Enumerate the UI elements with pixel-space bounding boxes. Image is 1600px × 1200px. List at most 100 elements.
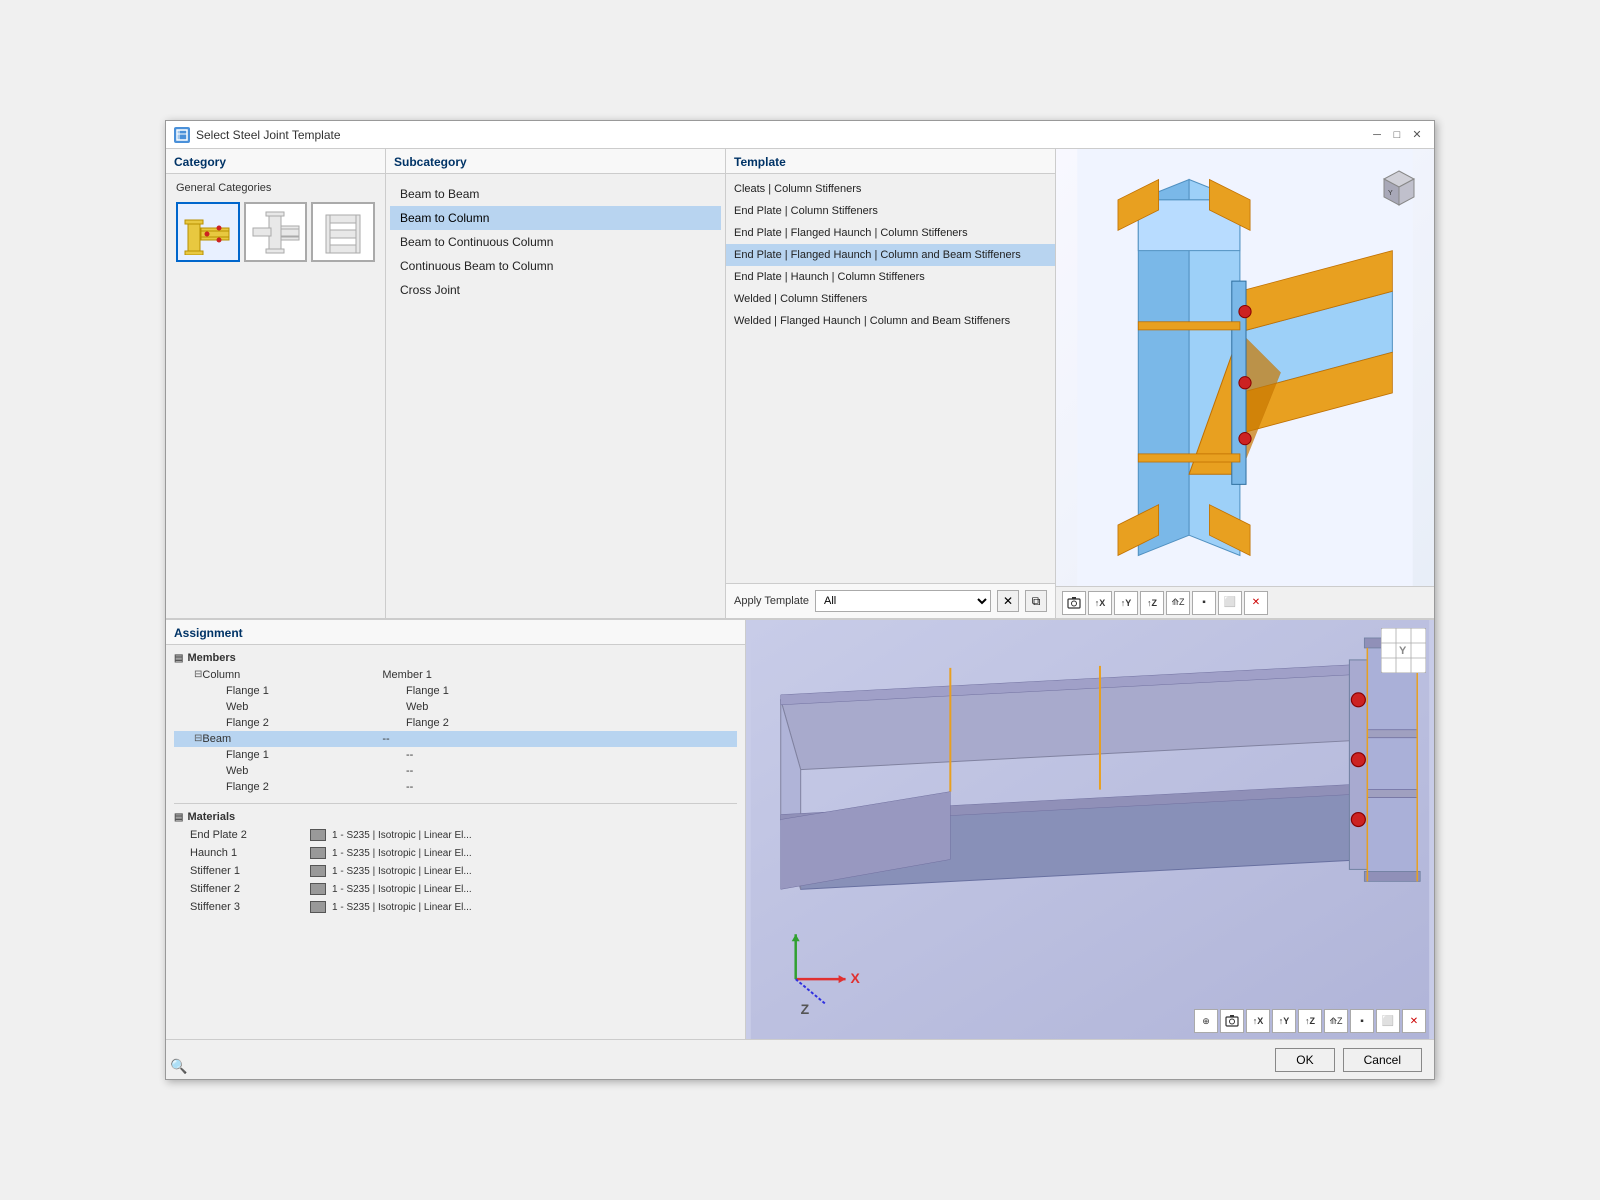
view-isometric-button[interactable]: ⟰Z xyxy=(1166,591,1190,615)
cancel-button[interactable]: Cancel xyxy=(1343,1048,1422,1072)
category-icon-1[interactable] xyxy=(176,202,240,262)
material-label-4: Stiffener 3 xyxy=(190,901,310,913)
material-value-2: 1 - S235 | Isotropic | Linear El... xyxy=(332,866,472,877)
materials-expand-icon[interactable]: ▤ xyxy=(174,812,183,823)
web-row: Web Web xyxy=(174,699,737,715)
beam-row: ⊟ Beam -- xyxy=(174,731,737,747)
category-header: Category xyxy=(166,149,385,174)
svg-text:Y: Y xyxy=(1399,645,1407,657)
material-row-0: End Plate 2 1 - S235 | Isotropic | Linea… xyxy=(174,826,737,844)
material-row-2: Stiffener 1 1 - S235 | Isotropic | Linea… xyxy=(174,862,737,880)
subcategory-item-beam-cont-column[interactable]: Beam to Continuous Column xyxy=(390,230,721,254)
material-swatch-0 xyxy=(310,829,326,841)
bottom-view-x-btn[interactable]: ↑X xyxy=(1246,1009,1270,1033)
bottom-3d-viewport[interactable]: X Z Y xyxy=(746,620,1434,1039)
view-render-button[interactable]: ✕ xyxy=(1244,591,1268,615)
members-label: Members xyxy=(187,652,235,664)
subcategory-header: Subcategory xyxy=(386,149,725,174)
members-section: ▤ Members ⊟ Column Member 1 Flange 1 Fla… xyxy=(174,649,737,795)
view-x-button[interactable]: ↑X xyxy=(1088,591,1112,615)
ok-button[interactable]: OK xyxy=(1275,1048,1334,1072)
category-icon-2[interactable] xyxy=(244,202,308,262)
material-swatch-4 xyxy=(310,901,326,913)
material-value-1: 1 - S235 | Isotropic | Linear El... xyxy=(332,848,472,859)
svg-text:X: X xyxy=(851,970,861,986)
beam-value: -- xyxy=(382,733,389,745)
bottom-view-camera-btn[interactable] xyxy=(1220,1009,1244,1033)
template-item-3[interactable]: End Plate | Flanged Haunch | Column and … xyxy=(726,244,1055,266)
template-header: Template xyxy=(726,149,1055,174)
bottom-view-align-btn[interactable]: ⊕ xyxy=(1194,1009,1218,1033)
bottom-view-iso-btn[interactable]: ⟰Z xyxy=(1324,1009,1348,1033)
materials-label: Materials xyxy=(187,811,235,823)
maximize-button[interactable]: □ xyxy=(1388,126,1406,144)
minimize-button[interactable]: ─ xyxy=(1368,126,1386,144)
bottom-view-wireframe-btn[interactable]: ⬜ xyxy=(1376,1009,1400,1033)
material-label-3: Stiffener 2 xyxy=(190,883,310,895)
web-label: Web xyxy=(226,701,406,713)
top-preview-panel: Y ↑X ↑Y ↑Z ⟰Z ▪ ⬜ ✕ xyxy=(1056,149,1434,618)
view-shading-button[interactable]: ▪ xyxy=(1192,591,1216,615)
beam-web-value: -- xyxy=(406,765,413,777)
template-footer: Apply Template All Selected ✕ ⧉ xyxy=(726,583,1055,618)
beam-expand-icon[interactable]: ⊟ xyxy=(194,733,202,745)
subcategory-item-cross-joint[interactable]: Cross Joint xyxy=(390,278,721,302)
subcategory-item-cont-beam-column[interactable]: Continuous Beam to Column xyxy=(390,254,721,278)
assignment-content: ▤ Members ⊟ Column Member 1 Flange 1 Fla… xyxy=(166,645,745,1039)
general-categories-label: General Categories xyxy=(170,178,381,198)
beam-flange1-value: -- xyxy=(406,749,413,761)
material-label-2: Stiffener 1 xyxy=(190,865,310,877)
material-row-4: Stiffener 3 1 - S235 | Isotropic | Linea… xyxy=(174,898,737,916)
template-item-2[interactable]: End Plate | Flanged Haunch | Column Stif… xyxy=(726,222,1055,244)
bottom-view-icon[interactable]: Y xyxy=(1381,628,1426,673)
cube-nav-icon[interactable]: Y xyxy=(1374,159,1424,209)
flange2-label: Flange 2 xyxy=(226,717,406,729)
flange2-value: Flange 2 xyxy=(406,717,449,729)
subcategory-item-beam-beam[interactable]: Beam to Beam xyxy=(390,182,721,206)
search-icon: 🔍 xyxy=(170,1058,187,1075)
beam-web-label: Web xyxy=(226,765,406,777)
members-expand-icon[interactable]: ▤ xyxy=(174,653,183,664)
view-wireframe-button[interactable]: ⬜ xyxy=(1218,591,1242,615)
view-z-button[interactable]: ↑Z xyxy=(1140,591,1164,615)
beam-flange2-row: Flange 2 -- xyxy=(174,779,737,795)
category-icon-3[interactable] xyxy=(311,202,375,262)
subcategory-item-beam-column[interactable]: Beam to Column xyxy=(390,206,721,230)
bottom-view-z-btn[interactable]: ↑Z xyxy=(1298,1009,1322,1033)
template-item-6[interactable]: Welded | Flanged Haunch | Column and Bea… xyxy=(726,310,1055,332)
beam-flange2-label: Flange 2 xyxy=(226,781,406,793)
template-item-0[interactable]: Cleats | Column Stiffeners xyxy=(726,178,1055,200)
top-3d-viewport[interactable]: Y xyxy=(1056,149,1434,586)
view-y-button[interactable]: ↑Y xyxy=(1114,591,1138,615)
bottom-bar: 🔍 OK Cancel xyxy=(166,1039,1434,1079)
column-expand-icon[interactable]: ⊟ xyxy=(194,669,202,681)
beam-web-row: Web -- xyxy=(174,763,737,779)
apply-copy-button[interactable]: ⧉ xyxy=(1025,590,1047,612)
beam-flange1-row: Flange 1 -- xyxy=(174,747,737,763)
column-row: ⊟ Column Member 1 xyxy=(174,667,737,683)
titlebar-controls: ─ □ ✕ xyxy=(1368,126,1426,144)
view-camera-button[interactable] xyxy=(1062,591,1086,615)
main-window: Select Steel Joint Template ─ □ ✕ Catego… xyxy=(165,120,1435,1080)
template-item-1[interactable]: End Plate | Column Stiffeners xyxy=(726,200,1055,222)
apply-template-dropdown[interactable]: All Selected xyxy=(815,590,991,612)
template-item-5[interactable]: Welded | Column Stiffeners xyxy=(726,288,1055,310)
template-panel: Template Cleats | Column Stiffeners End … xyxy=(726,149,1056,618)
bottom-view-shading-btn[interactable]: ▪ xyxy=(1350,1009,1374,1033)
material-value-4: 1 - S235 | Isotropic | Linear El... xyxy=(332,902,472,913)
bottom-view-y-btn[interactable]: ↑Y xyxy=(1272,1009,1296,1033)
apply-template-label: Apply Template xyxy=(734,595,809,607)
window-title: Select Steel Joint Template xyxy=(196,128,341,142)
template-item-4[interactable]: End Plate | Haunch | Column Stiffeners xyxy=(726,266,1055,288)
close-button[interactable]: ✕ xyxy=(1408,126,1426,144)
web-value: Web xyxy=(406,701,428,713)
column-value: Member 1 xyxy=(382,669,432,681)
assignment-header: Assignment xyxy=(166,620,745,645)
members-header: ▤ Members xyxy=(174,649,737,667)
material-label-0: End Plate 2 xyxy=(190,829,310,841)
titlebar: Select Steel Joint Template ─ □ ✕ xyxy=(166,121,1434,149)
apply-x-button[interactable]: ✕ xyxy=(997,590,1019,612)
materials-section: ▤ Materials End Plate 2 1 - S235 | Isotr… xyxy=(174,808,737,916)
category-panel: Category General Categories xyxy=(166,149,386,618)
bottom-view-close-btn[interactable]: ✕ xyxy=(1402,1009,1426,1033)
